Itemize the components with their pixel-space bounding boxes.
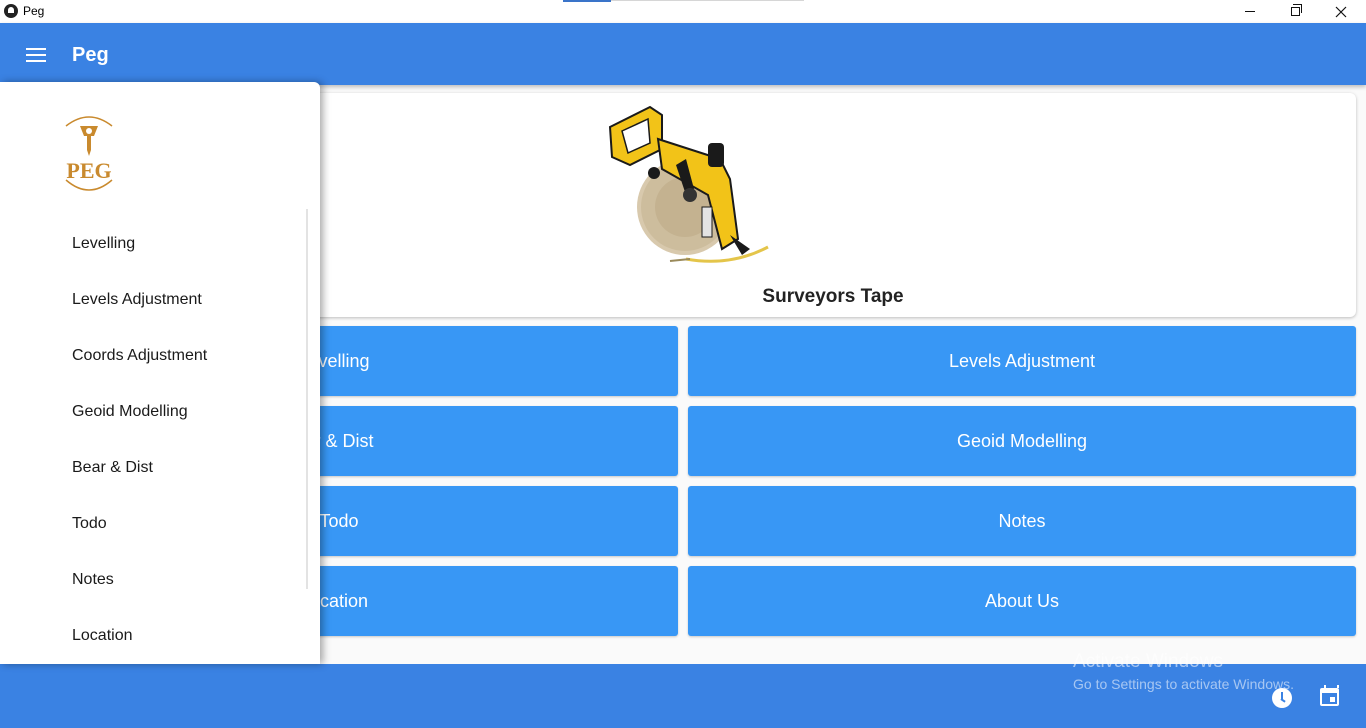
navigation-drawer: PEG Levelling Levels Adjustment Coords A… xyxy=(0,82,320,664)
peg-logo: PEG xyxy=(65,116,113,191)
close-icon xyxy=(1335,6,1347,17)
drawer-item-levelling[interactable]: Levelling xyxy=(0,216,306,272)
window-titlebar: Peg xyxy=(0,0,1366,23)
minimize-icon xyxy=(1245,11,1255,12)
close-button[interactable] xyxy=(1318,0,1364,23)
drawer-item-notes[interactable]: Notes xyxy=(0,552,306,608)
about-us-button-label: About Us xyxy=(984,590,1060,611)
app-icon xyxy=(4,4,18,18)
app-bar: Peg xyxy=(0,23,1366,85)
drawer-item-label: Notes xyxy=(72,571,114,588)
notes-button-label: Notes xyxy=(998,510,1046,531)
clock-icon[interactable] xyxy=(1272,688,1292,708)
restore-icon xyxy=(1290,4,1302,16)
drawer-item-coords-adjustment[interactable]: Coords Adjustment xyxy=(0,328,306,384)
drawer-item-geoid-modelling[interactable]: Geoid Modelling xyxy=(0,384,306,440)
minimize-button[interactable] xyxy=(1227,0,1273,23)
calendar-icon[interactable] xyxy=(1320,685,1339,706)
activate-windows-subtitle: Go to Settings to activate Windows. xyxy=(1073,676,1294,692)
drawer-item-todo[interactable]: Todo xyxy=(0,496,306,552)
drawer-item-label: Location xyxy=(72,627,133,644)
activate-windows-title: Activate Windows xyxy=(1073,651,1223,672)
drawer-menu: Levelling Levels Adjustment Coords Adjus… xyxy=(0,216,306,664)
drawer-item-bear-dist[interactable]: Bear & Dist xyxy=(0,440,306,496)
todo-button-label: Todo xyxy=(319,510,359,531)
drawer-item-label: Todo xyxy=(72,515,107,532)
app-title: Peg xyxy=(72,44,109,66)
levels-adjustment-button[interactable]: Levels Adjustment xyxy=(688,326,1356,396)
restore-button[interactable] xyxy=(1272,0,1318,23)
titlebar-divider xyxy=(611,0,804,1)
menu-icon[interactable] xyxy=(26,48,46,62)
notes-button[interactable]: Notes xyxy=(688,486,1356,556)
geoid-modelling-button-label: Geoid Modelling xyxy=(956,430,1088,451)
titlebar-indicator xyxy=(563,0,611,2)
bottom-bar xyxy=(0,664,1366,728)
hero-card: Surveyors Tape xyxy=(310,93,1356,317)
drawer-scrollbar[interactable] xyxy=(306,209,308,589)
about-us-button[interactable]: About Us xyxy=(688,566,1356,636)
levels-adjustment-button-label: Levels Adjustment xyxy=(948,350,1096,371)
geoid-modelling-button[interactable]: Geoid Modelling xyxy=(688,406,1356,476)
window-title: Peg xyxy=(23,4,45,18)
drawer-item-label: Geoid Modelling xyxy=(72,403,188,420)
drawer-item-label: Coords Adjustment xyxy=(72,347,208,364)
drawer-item-label: Levels Adjustment xyxy=(72,291,202,308)
drawer-item-label: Levelling xyxy=(72,235,136,252)
drawer-item-location[interactable]: Location xyxy=(0,608,306,664)
peg-logo-text: PEG xyxy=(66,158,111,183)
drawer-item-label: Bear & Dist xyxy=(72,459,153,476)
hero-caption: Surveyors Tape xyxy=(762,286,904,307)
drawer-item-levels-adjustment[interactable]: Levels Adjustment xyxy=(0,272,306,328)
surveyors-tape-image xyxy=(608,105,769,263)
